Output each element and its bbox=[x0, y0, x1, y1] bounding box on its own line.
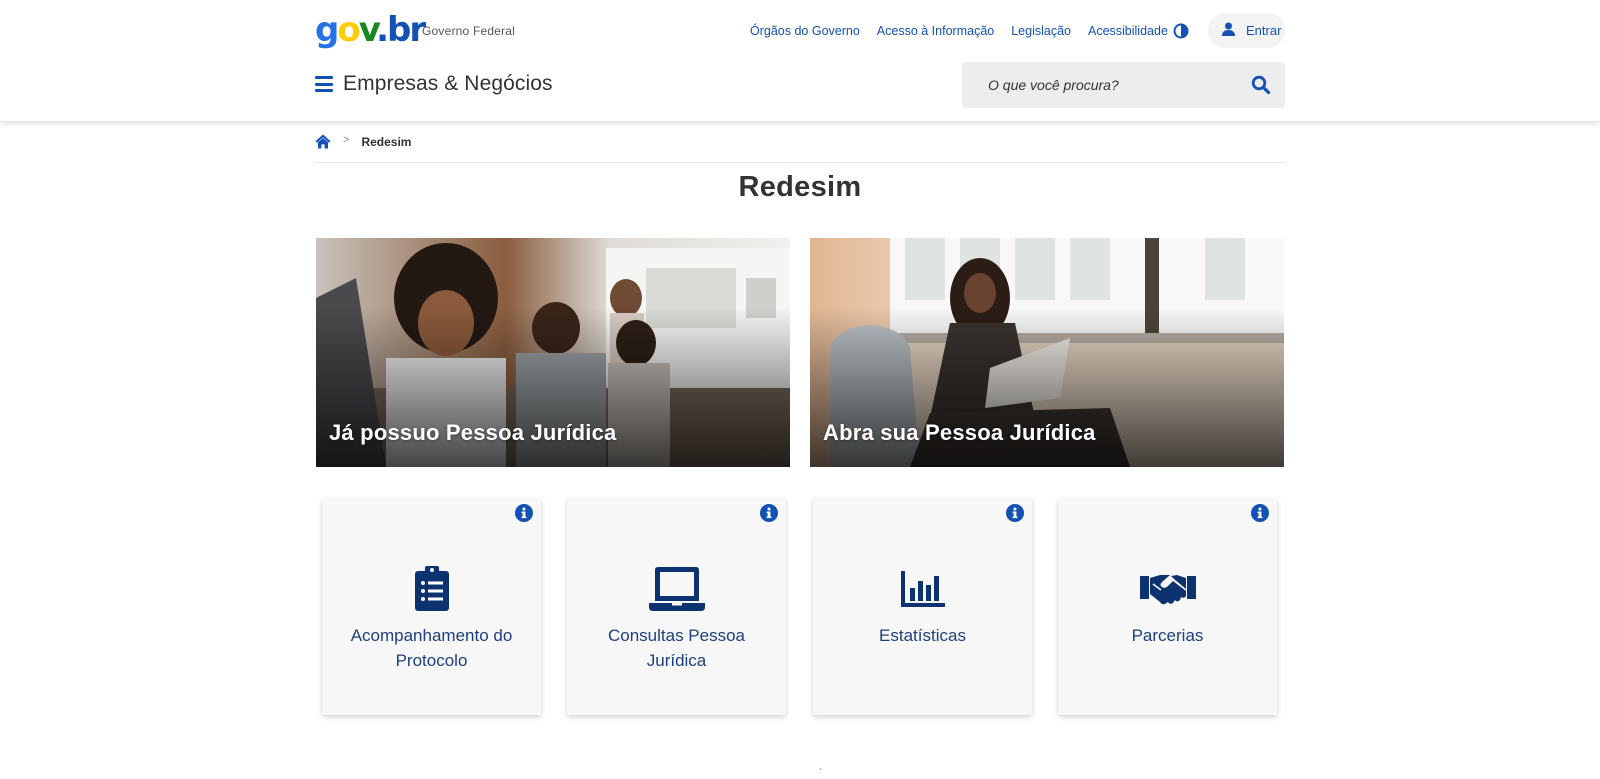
clipboard-list-icon bbox=[404, 566, 460, 612]
card-estatisticas[interactable]: Estatísticas bbox=[813, 498, 1032, 715]
breadcrumb-current: Redesim bbox=[361, 135, 412, 149]
link-orgaos-do-governo[interactable]: Órgãos do Governo bbox=[750, 24, 860, 38]
logo-part-v: v bbox=[358, 10, 378, 50]
page-title: Redesim bbox=[738, 171, 862, 203]
hero-card-ja-possuo[interactable]: Já possuo Pessoa Jurídica bbox=[316, 238, 790, 467]
hero-card-abra-sua[interactable]: Abra sua Pessoa Jurídica bbox=[810, 238, 1284, 467]
govbr-logo[interactable]: gov.br bbox=[315, 10, 426, 50]
handshake-icon bbox=[1139, 566, 1196, 612]
top-links: Órgãos do Governo Acesso à Informação Le… bbox=[750, 24, 1168, 38]
card-parcerias[interactable]: Parcerias bbox=[1058, 498, 1277, 715]
search-box bbox=[962, 62, 1285, 108]
card-label: Acompanhamento do Protocolo bbox=[350, 626, 513, 670]
logo-part-o: o bbox=[337, 10, 360, 50]
search-input[interactable] bbox=[962, 62, 1242, 108]
info-icon[interactable] bbox=[760, 504, 778, 522]
card-label: Parcerias bbox=[1131, 626, 1204, 645]
info-icon[interactable] bbox=[1006, 504, 1024, 522]
site-header: gov.br Governo Federal Órgãos do Governo… bbox=[0, 0, 1600, 121]
menu-icon[interactable] bbox=[315, 76, 333, 92]
user-icon bbox=[1222, 22, 1235, 39]
laptop-icon bbox=[648, 566, 705, 612]
login-label: Entrar bbox=[1246, 23, 1282, 38]
card-label: Estatísticas bbox=[879, 626, 966, 645]
card-acompanhamento-protocolo[interactable]: Acompanhamento do Protocolo bbox=[322, 498, 541, 715]
search-icon[interactable] bbox=[1251, 75, 1271, 95]
footer-accent-mark: ´ bbox=[819, 768, 823, 779]
link-legislacao[interactable]: Legislação bbox=[1011, 24, 1071, 38]
info-icon[interactable] bbox=[1251, 504, 1269, 522]
link-acesso-a-informacao[interactable]: Acesso à Informação bbox=[877, 24, 994, 38]
home-icon[interactable] bbox=[315, 134, 331, 149]
hero-label-abra-sua: Abra sua Pessoa Jurídica bbox=[823, 420, 1096, 445]
breadcrumb-separator-icon: > bbox=[343, 134, 350, 146]
link-acessibilidade[interactable]: Acessibilidade bbox=[1088, 24, 1168, 38]
menu-area: Empresas & Negócios bbox=[315, 72, 553, 96]
card-consultas-pessoa-juridica[interactable]: Consultas Pessoa Jurídica bbox=[567, 498, 786, 715]
breadcrumb: > Redesim bbox=[315, 133, 1285, 163]
contrast-icon[interactable] bbox=[1172, 22, 1190, 40]
bar-chart-icon bbox=[895, 566, 951, 612]
governo-federal-label: Governo Federal bbox=[422, 24, 516, 38]
logo-part-g: g bbox=[315, 10, 339, 50]
login-button[interactable]: Entrar bbox=[1208, 13, 1285, 48]
logo-part-br: .br bbox=[376, 10, 426, 50]
info-icon[interactable] bbox=[515, 504, 533, 522]
site-title[interactable]: Empresas & Negócios bbox=[343, 72, 553, 96]
card-label: Consultas Pessoa Jurídica bbox=[607, 626, 746, 670]
hero-label-ja-possuo: Já possuo Pessoa Jurídica bbox=[329, 420, 617, 445]
